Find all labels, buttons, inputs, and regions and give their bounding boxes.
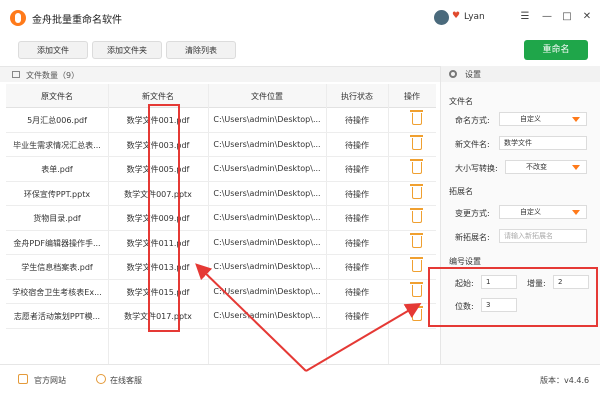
annotation-arrows [195,263,422,372]
arrow-to-number-settings [305,302,422,372]
arrow-to-new-names [195,263,307,372]
